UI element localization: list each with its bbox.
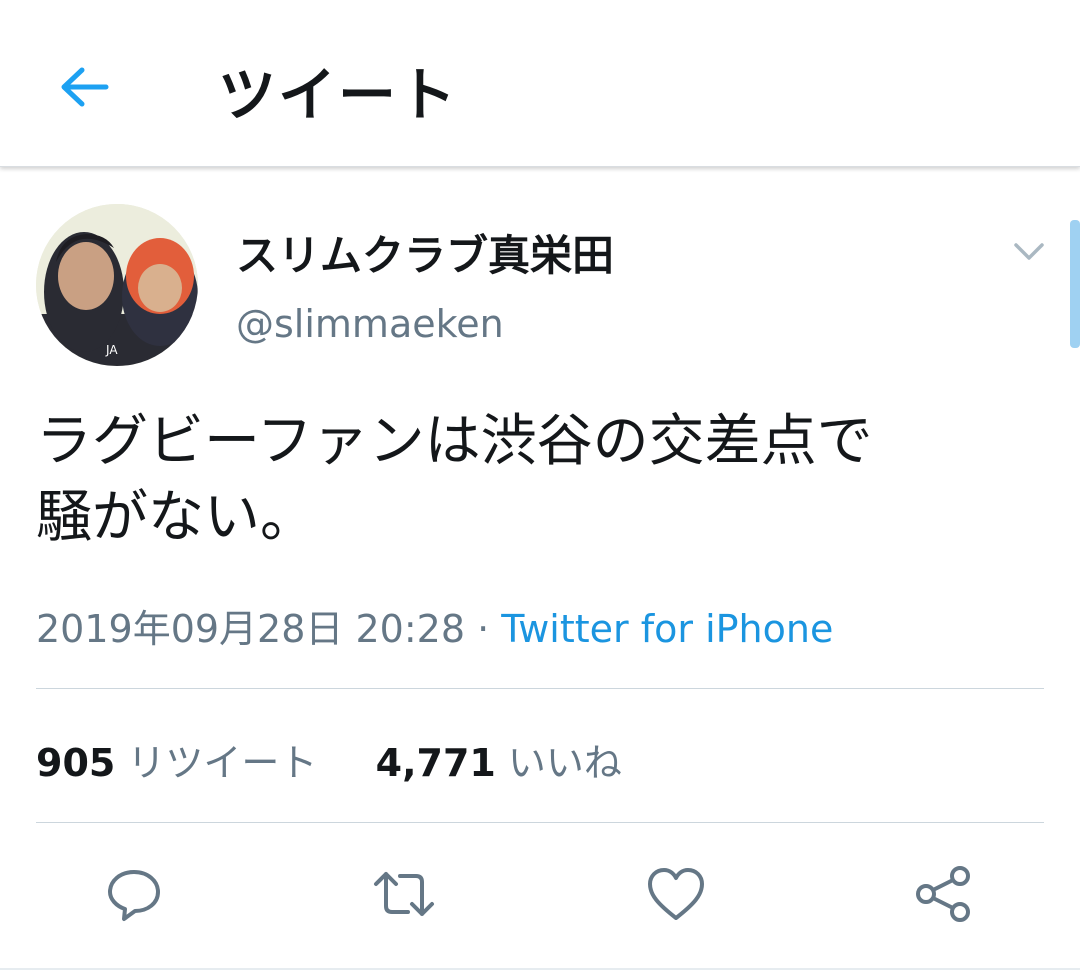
avatar[interactable]: JA: [36, 204, 198, 366]
divider: [36, 688, 1044, 689]
meta-separator: ·: [477, 607, 490, 651]
divider: [0, 968, 1080, 970]
share-icon[interactable]: [912, 862, 976, 926]
display-name[interactable]: スリムクラブ真栄田: [236, 222, 614, 283]
timestamp: 2019年09月28日 20:28: [36, 607, 466, 651]
page-title: ツイート: [218, 61, 459, 129]
arrow-left-icon[interactable]: [56, 58, 114, 116]
source-link[interactable]: Twitter for iPhone: [501, 607, 833, 651]
tweet-text-line: ラグビーファンは渋谷の交差点で: [36, 409, 873, 474]
tweet-text: ラグビーファンは渋谷の交差点で 騒がない。: [36, 404, 1046, 556]
user-handle[interactable]: @slimmaeken: [236, 302, 504, 346]
engagement-stats: 905 リツイート 4,771 いいね: [36, 732, 622, 787]
divider: [36, 822, 1044, 823]
top-bar: ツイート: [0, 0, 1080, 167]
tweet-text-line: 騒がない。: [36, 485, 316, 550]
scrollbar[interactable]: [1070, 220, 1080, 348]
like-icon[interactable]: [644, 862, 708, 926]
tweet-meta: 2019年09月28日 20:28 · Twitter for iPhone: [36, 598, 833, 653]
like-label[interactable]: いいね: [508, 741, 622, 785]
chevron-down-icon[interactable]: [1010, 232, 1048, 270]
like-count[interactable]: 4,771: [376, 741, 496, 785]
svg-text:JA: JA: [105, 343, 118, 357]
retweet-count[interactable]: 905: [36, 741, 115, 785]
retweet-label[interactable]: リツイート: [127, 741, 317, 785]
retweet-icon[interactable]: [372, 862, 436, 926]
reply-icon[interactable]: [102, 862, 166, 926]
